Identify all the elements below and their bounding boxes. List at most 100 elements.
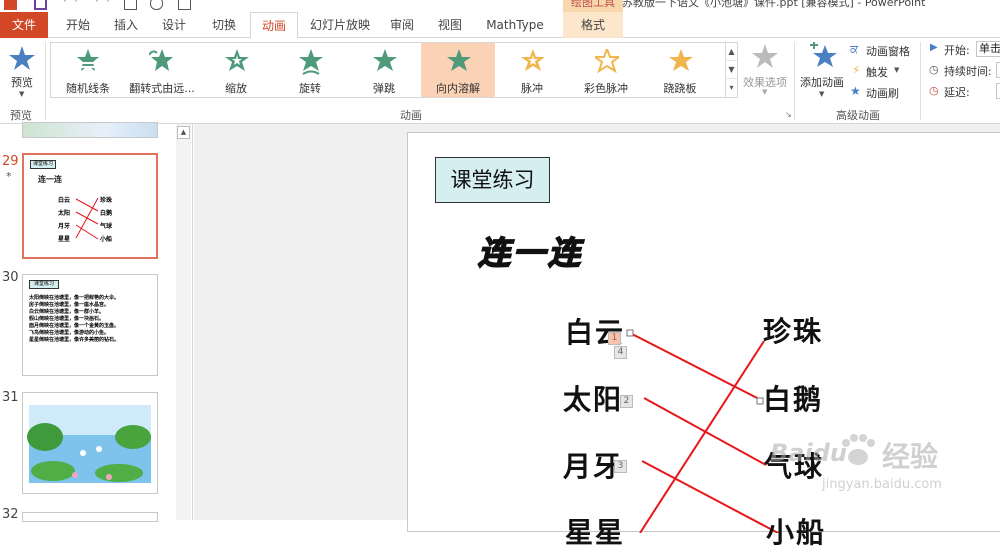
print-preview-icon[interactable] — [150, 0, 163, 10]
tab-file[interactable]: 文件 — [0, 12, 48, 38]
animation-order-tag[interactable]: 3 — [614, 460, 627, 473]
tab-review[interactable]: 审阅 — [382, 12, 422, 38]
animation-order-tag[interactable]: 1 — [608, 332, 621, 345]
anim-label: 向内溶解 — [436, 82, 480, 95]
left-word[interactable]: 白云 — [565, 311, 625, 351]
current-slide[interactable]: 课堂练习 连一连 白云 太阳 月牙 星星 珍珠 白鹅 气球 小船 1 4 2 3 — [407, 132, 1000, 549]
left-word[interactable]: 星星 — [565, 511, 625, 551]
animation-order-tag[interactable]: 2 — [620, 395, 633, 408]
delay-icon: ◷ — [929, 84, 939, 97]
scroll-up-icon[interactable]: ▲ — [177, 126, 190, 139]
tab-insert[interactable]: 插入 — [104, 12, 148, 38]
watermark-cn: 经验 — [882, 440, 939, 473]
anim-zoom[interactable]: 缩放 — [199, 43, 273, 97]
delay-input[interactable] — [996, 83, 1000, 99]
pulse-icon — [521, 49, 545, 71]
start-icon: ▶ — [930, 42, 938, 53]
gallery-down-icon[interactable]: ▼ — [726, 61, 737, 79]
duration-icon: ◷ — [929, 63, 939, 76]
anim-dissolve-in[interactable]: 向内溶解 — [421, 43, 495, 97]
animation-painter-button[interactable]: ★ 动画刷 — [850, 84, 916, 100]
watermark-url: jingyan.baidu.com — [822, 477, 942, 492]
undo-icon[interactable] — [64, 0, 77, 10]
tab-design[interactable]: 设计 — [152, 12, 196, 38]
thumb-word: 白鹅 — [100, 210, 113, 217]
anim-pulse[interactable]: 脉冲 — [495, 43, 569, 97]
thumbnail-scrollbar[interactable]: ▲ — [176, 124, 191, 520]
slide-thumbnail-pane: 29 * 课堂练习 连一连 白云 太阳 月牙 星星 珍珠 白鹅 气球 小船 30… — [0, 122, 193, 522]
tab-transitions[interactable]: 切换 — [200, 12, 248, 38]
thumb-word: 珍珠 — [100, 197, 113, 204]
trigger-button[interactable]: ⚡ 触发 ▼ — [850, 63, 916, 79]
line-cloud-goose[interactable] — [629, 332, 764, 402]
teeter-icon — [669, 49, 693, 71]
anim-color-pulse[interactable]: 彩色脉冲 — [569, 43, 643, 97]
animation-pane-button[interactable]: ਕ 动画窗格 — [850, 42, 916, 58]
thumb-word: 月牙 — [58, 223, 71, 230]
tab-format[interactable]: 格式 — [563, 12, 623, 38]
thumb-text-line: 飞鸟倒映在池塘里，像游动的小鱼。 — [29, 330, 110, 336]
slide-thumbnail-29[interactable]: 课堂练习 连一连 白云 太阳 月牙 星星 珍珠 白鹅 气球 小船 — [22, 153, 158, 259]
anim-bounce[interactable]: 弹跳 — [347, 43, 421, 97]
add-animation-button[interactable]: 添加动画 ▼ — [798, 40, 846, 100]
spelling-icon[interactable] — [178, 0, 191, 10]
gallery-up-icon[interactable]: ▲ — [726, 43, 737, 61]
preview-button[interactable]: 预览 ▼ — [2, 42, 42, 98]
anim-spin[interactable]: 旋转 — [273, 43, 347, 97]
tab-home[interactable]: 开始 — [56, 12, 100, 38]
anim-flip-from-far[interactable]: 翻转式由远... — [125, 43, 199, 97]
slideshow-icon[interactable] — [124, 0, 137, 10]
animation-gallery: 随机线条 翻转式由远... 缩放 旋转 弹跳 向内溶解 脉冲 彩色脉冲 跷跷板 — [50, 42, 726, 98]
right-word[interactable]: 珍珠 — [763, 310, 823, 350]
anim-label: 缩放 — [225, 82, 247, 95]
thumb-word: 白云 — [58, 197, 71, 204]
delay-label: 延迟: — [944, 86, 970, 99]
ribbon: 预览 ▼ 预览 随机线条 翻转式由远... 缩放 旋转 弹跳 向内溶解 脉冲 彩… — [0, 38, 1000, 124]
selection-handle[interactable] — [626, 329, 634, 337]
random-bars-icon — [77, 49, 99, 71]
ribbon-tabs: 文件 开始 插入 设计 切换 动画 幻灯片放映 审阅 视图 MathType 格… — [0, 12, 1000, 39]
animation-dialog-launcher-icon[interactable]: ↘ — [785, 110, 792, 119]
anim-teeter[interactable]: 跷跷板 — [643, 43, 717, 97]
right-word[interactable]: 小船 — [766, 511, 826, 551]
left-word[interactable]: 太阳 — [563, 378, 623, 418]
tab-slideshow[interactable]: 幻灯片放映 — [302, 12, 378, 38]
tab-animations[interactable]: 动画 — [250, 12, 298, 39]
start-select[interactable]: 单击 — [976, 41, 1000, 57]
save-icon[interactable] — [34, 0, 47, 10]
slide-thumbnail-31[interactable] — [22, 392, 158, 494]
slide-editor: 课堂练习 连一连 白云 太阳 月牙 星星 珍珠 白鹅 气球 小船 1 4 2 3 — [194, 124, 1000, 549]
slide-thumbnail-28[interactable] — [22, 122, 158, 138]
anim-random-bars[interactable]: 随机线条 — [51, 43, 125, 97]
redo-icon[interactable] — [96, 0, 109, 10]
effect-options-dropdown-icon: ▼ — [762, 88, 768, 96]
spin-icon — [299, 49, 323, 75]
right-word[interactable]: 白鹅 — [763, 378, 823, 418]
baidu-watermark: Baidu 经验 jingyan.baidu.com — [770, 425, 1000, 505]
ribbon-separator — [45, 42, 46, 120]
add-animation-icon — [810, 42, 837, 67]
color-pulse-icon — [595, 49, 619, 73]
slide-thumbnail-32[interactable] — [22, 512, 158, 522]
tab-view[interactable]: 视图 — [428, 12, 472, 38]
gallery-more-icon[interactable]: ▾ — [726, 79, 737, 97]
duration-input[interactable] — [996, 62, 1000, 78]
slide-number: 31 — [2, 390, 19, 405]
effect-options-button[interactable]: 效果选项 ▼ — [742, 42, 788, 100]
animation-marker-icon: * — [6, 170, 12, 183]
preview-dropdown-icon: ▼ — [19, 90, 25, 98]
title-bar: 绘图工具 苏教版一下语文《小池塘》课件.ppt [兼容模式] - PowerPo… — [0, 0, 1000, 12]
gallery-scroll: ▲ ▼ ▾ — [726, 42, 738, 98]
slide-thumbnail-30[interactable]: 课堂练习 太阳倒映在池塘里，像一把鲜艳的大伞。 房子倒映在池塘里，像一座水晶宫。… — [22, 274, 158, 376]
animation-order-tag[interactable]: 4 — [614, 346, 627, 359]
context-tab-title: 绘图工具 — [563, 0, 623, 12]
thumb-text-line: 面月倒映在池塘里，像一个金黄的玉盘。 — [29, 323, 120, 329]
anim-label: 彩色脉冲 — [584, 82, 628, 95]
tab-mathtype[interactable]: MathType — [480, 12, 550, 38]
slide-number: 29 — [2, 154, 19, 169]
watermark-brand: Baidu — [770, 439, 847, 467]
anim-label: 跷跷板 — [663, 82, 697, 95]
powerpoint-icon[interactable] — [4, 0, 17, 10]
thumb-word: 小船 — [100, 236, 113, 243]
anim-label: 随机线条 — [66, 82, 110, 95]
